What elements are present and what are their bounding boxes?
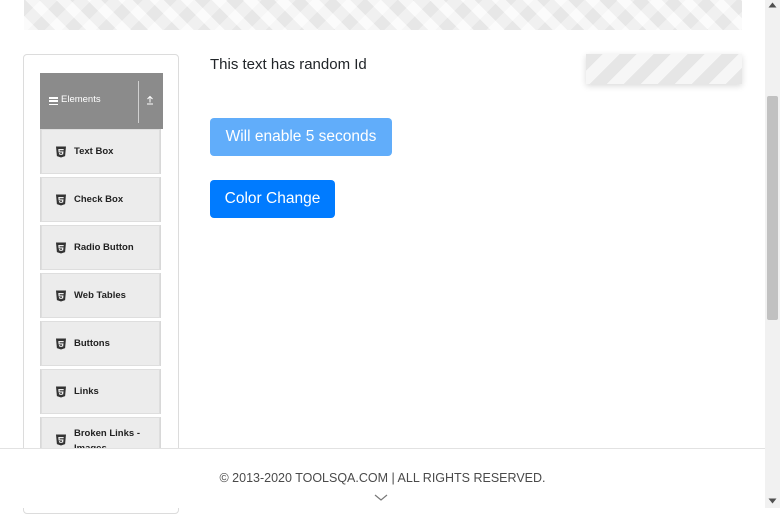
group-title: Elements [61,94,101,105]
html5-icon [56,146,66,158]
sidebar-item-label: Links [74,386,99,397]
header-divider [138,81,139,123]
sidebar-item-label: Check Box [74,194,124,205]
chevron-down-icon[interactable] [374,493,388,503]
sidebar-item-links[interactable]: Links [40,369,161,414]
scroll-up-arrow-icon[interactable] [768,2,777,8]
sidebar-item-text-box[interactable]: Text Box [40,129,161,174]
sidebar-item-check-box[interactable]: Check Box [40,177,161,222]
html5-icon [56,338,66,350]
html5-icon [56,386,66,398]
enable-after-button[interactable]: Will enable 5 seconds [210,118,392,156]
group-header-elements[interactable]: Elements [40,73,163,129]
sidebar-item-label: Text Box [74,146,114,157]
html5-icon [56,242,66,254]
top-banner-image [24,0,742,30]
scrollbar-thumb[interactable] [767,96,778,320]
sidebar-item-buttons[interactable]: Buttons [40,321,161,366]
hamburger-icon [49,97,58,106]
color-change-button[interactable]: Color Change [210,180,335,218]
scroll-down-arrow-icon[interactable] [768,498,777,504]
ad-banner[interactable] [586,54,742,84]
html5-icon [56,290,66,302]
sidebar-item-web-tables[interactable]: Web Tables [40,273,161,318]
footer: © 2013-2020 TOOLSQA.COM | ALL RIGHTS RES… [0,448,765,508]
collapse-up-icon[interactable] [143,93,157,107]
html5-icon [56,194,66,206]
html5-icon [56,434,66,446]
sidebar-item-label: Buttons [74,338,110,349]
elements-menu-list: Text Box Check Box Radio Button Web Tabl… [40,129,161,465]
sidebar-item-radio-button[interactable]: Radio Button [40,225,161,270]
sidebar-item-label: Radio Button [74,242,134,253]
sidebar-item-label: Web Tables [74,290,126,301]
copyright-text: © 2013-2020 TOOLSQA.COM | ALL RIGHTS RES… [219,471,546,485]
random-id-text: This text has random Id [210,56,367,73]
